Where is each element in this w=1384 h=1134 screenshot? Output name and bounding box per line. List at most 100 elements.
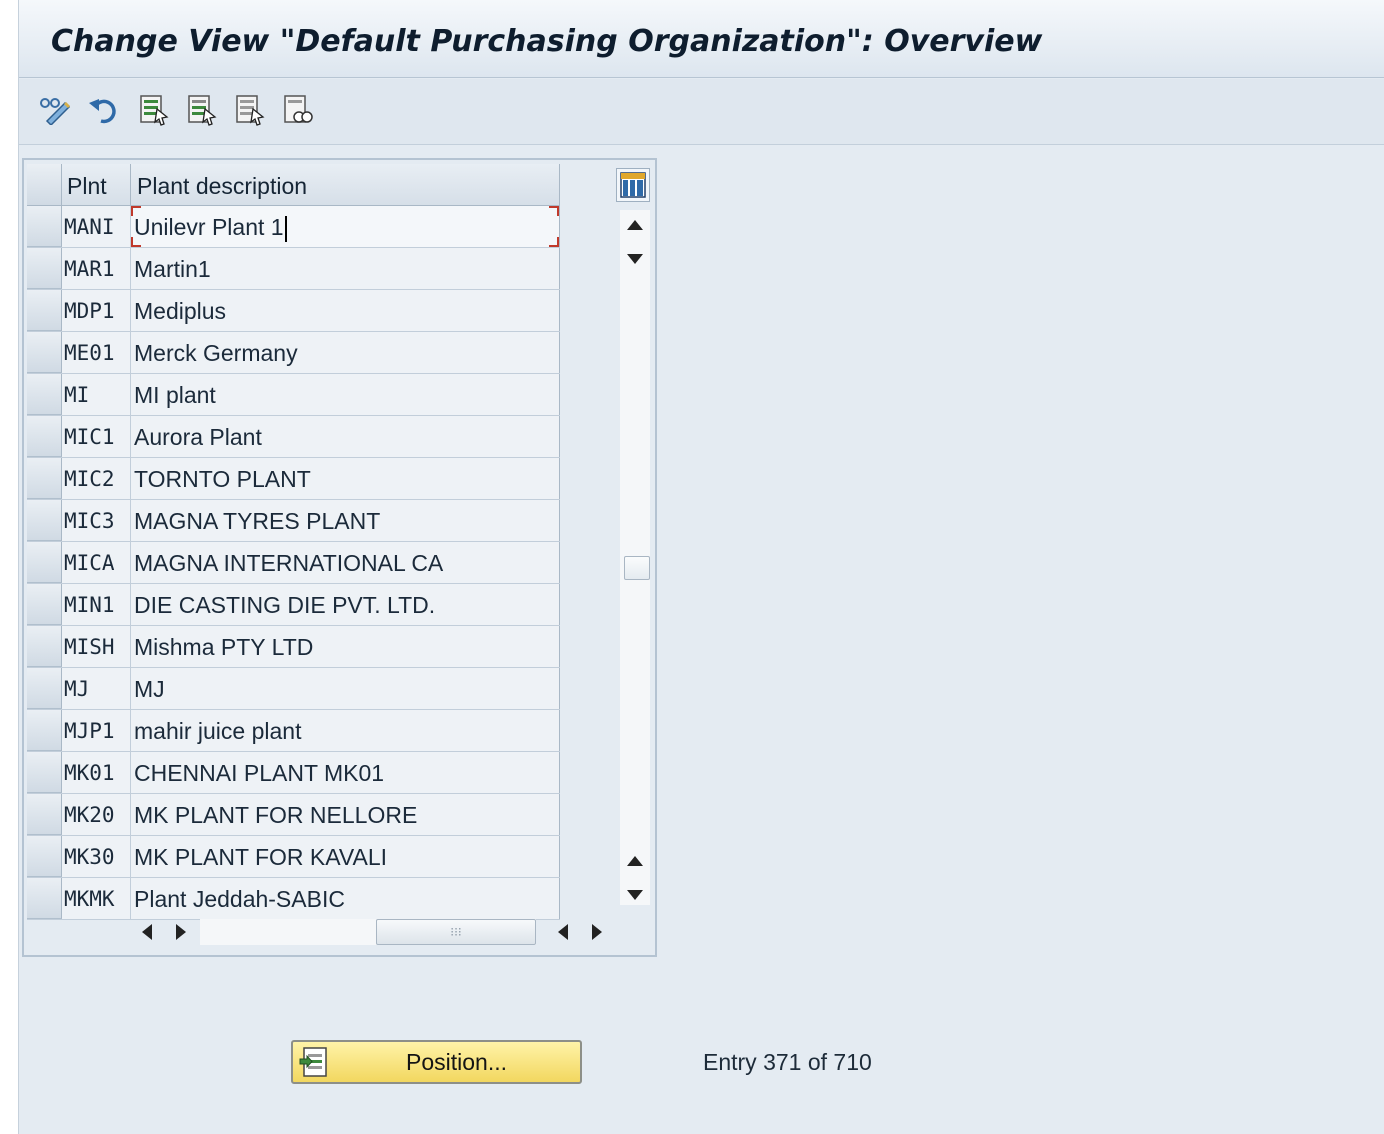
vertical-scrollbar[interactable] [620,210,650,905]
plant-code-cell: MDP1 [64,299,115,323]
plant-code-cell: MISH [64,635,115,659]
plant-code-cell: MJ [64,677,90,701]
row-selector[interactable] [27,248,62,289]
scroll-right-end-button[interactable] [582,917,612,947]
row-selector[interactable] [27,878,62,919]
row-selector[interactable] [27,542,62,583]
plant-description-field[interactable]: MK PLANT FOR NELLORE [130,794,560,835]
table-row: MIC2 TORNTO PLANT [27,458,560,500]
plant-code-cell: MIC2 [64,467,115,491]
plant-description-field[interactable]: Unilevr Plant 1 [130,206,560,247]
table-row: MJ MJ [27,668,560,710]
plant-description-text: MK PLANT FOR KAVALI [134,844,388,870]
display-change-button[interactable] [39,93,73,127]
plant-description-field[interactable]: MAGNA TYRES PLANT [130,500,560,541]
plant-description-field[interactable]: Plant Jeddah-SABIC [130,878,560,919]
table-row: MK20 MK PLANT FOR NELLORE [27,794,560,836]
plant-description-field[interactable]: MAGNA INTERNATIONAL CA [130,542,560,583]
focus-corner-marker [131,206,141,216]
scroll-left-button[interactable] [132,917,162,947]
print-view-icon [284,95,313,123]
plant-description-field[interactable]: Martin1 [130,248,560,289]
scroll-right-button[interactable] [166,917,196,947]
table-row: MJP1 mahir juice plant [27,710,560,752]
vertical-scroll-thumb[interactable] [624,556,650,580]
plant-code-cell: MK30 [64,845,115,869]
position-button[interactable]: Position... [291,1040,582,1084]
scroll-line-down-button[interactable] [620,244,650,274]
plant-code-cell: MANI [64,215,115,239]
plant-description-text: Unilevr Plant 1 [134,214,284,240]
focus-corner-marker [549,237,559,247]
select-block-button[interactable] [185,93,219,127]
table-row: MIN1 DIE CASTING DIE PVT. LTD. [27,584,560,626]
plant-code-cell: MIC3 [64,509,115,533]
table-row: MANI Unilevr Plant 1 [27,206,560,248]
row-selector[interactable] [27,836,62,877]
scroll-page-up-button[interactable] [620,210,650,240]
row-selector[interactable] [27,374,62,415]
row-selector[interactable] [27,416,62,457]
plant-description-text: Mediplus [134,298,227,324]
column-header-description[interactable]: Plant description [130,164,560,205]
row-selector[interactable] [27,752,62,793]
plant-description-field[interactable]: MK PLANT FOR KAVALI [130,836,560,877]
plant-description-field[interactable]: MJ [130,668,560,709]
print-view-button[interactable] [281,93,315,127]
focus-corner-marker [131,237,141,247]
row-selector[interactable] [27,458,62,499]
row-selector[interactable] [27,206,62,247]
column-header-plnt[interactable]: Plnt [67,173,107,200]
column-header-description-label: Plant description [137,173,308,199]
display-change-icon [40,98,71,125]
position-button-label: Position... [406,1049,507,1075]
table-row: MIC1 Aurora Plant [27,416,560,458]
select-all-rows-cell[interactable] [27,164,62,205]
table-rows: MANI Unilevr Plant 1 MAR1 Martin1 MDP1 Medipl… [27,206,560,920]
plant-description-text: Aurora Plant [134,424,262,450]
select-all-button[interactable] [137,93,171,127]
plant-description-text: mahir juice plant [134,718,302,744]
scroll-line-up-button[interactable] [620,846,650,876]
table-row: MDP1 Mediplus [27,290,560,332]
row-selector[interactable] [27,290,62,331]
deselect-all-icon [236,95,265,126]
undo-button[interactable] [87,93,121,127]
row-selector[interactable] [27,500,62,541]
plant-description-field[interactable]: DIE CASTING DIE PVT. LTD. [130,584,560,625]
plant-description-field[interactable]: TORNTO PLANT [130,458,560,499]
deselect-all-button[interactable] [233,93,267,127]
horizontal-scroll-thumb[interactable]: ⁝⁝⁝ [376,919,536,945]
row-selector[interactable] [27,794,62,835]
plant-description-field[interactable]: Mishma PTY LTD [130,626,560,667]
entry-counter: Entry 371 of 710 [703,1049,872,1075]
plant-code-cell: MIN1 [64,593,115,617]
plant-description-field[interactable]: Merck Germany [130,332,560,373]
plant-description-text: Mishma PTY LTD [134,634,314,660]
scroll-left-end-button[interactable] [548,917,578,947]
scroll-page-down-button[interactable] [620,880,650,910]
column-configuration-button[interactable] [616,168,650,202]
undo-icon [89,99,116,124]
row-selector[interactable] [27,626,62,667]
application-toolbar [19,79,1384,145]
triangle-left-icon [558,924,568,940]
plant-description-text: Martin1 [134,256,211,282]
plant-description-field[interactable]: Aurora Plant [130,416,560,457]
row-selector[interactable] [27,668,62,709]
table-row: MISH Mishma PTY LTD [27,626,560,668]
row-selector[interactable] [27,584,62,625]
plant-description-field[interactable]: Mediplus [130,290,560,331]
plant-description-field[interactable]: CHENNAI PLANT MK01 [130,752,560,793]
plant-description-text: MI plant [134,382,216,408]
table-header: Plnt Plant description [27,164,560,206]
row-selector[interactable] [27,332,62,373]
plant-description-field[interactable]: MI plant [130,374,560,415]
select-block-icon [188,95,217,126]
plant-description-field[interactable]: mahir juice plant [130,710,560,751]
row-selector[interactable] [27,710,62,751]
horizontal-scrollbar[interactable]: ⁝⁝⁝ [132,916,602,948]
plant-description-text: Merck Germany [134,340,298,366]
table-row: MAR1 Martin1 [27,248,560,290]
table-row: MICA MAGNA INTERNATIONAL CA [27,542,560,584]
